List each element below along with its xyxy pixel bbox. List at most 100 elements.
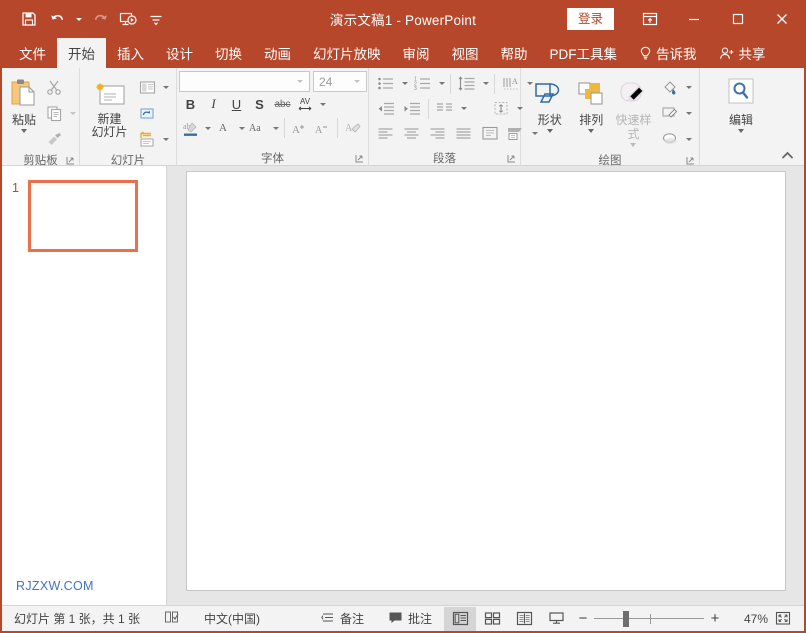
quick-styles-dropdown-icon[interactable]: [630, 143, 637, 147]
clear-formatting-icon[interactable]: A: [341, 117, 364, 140]
collapse-ribbon-icon[interactable]: [781, 150, 794, 164]
italic-button[interactable]: I: [202, 93, 225, 116]
copy-dropdown-icon[interactable]: [67, 101, 78, 125]
fit-slide-button[interactable]: [768, 607, 798, 631]
reading-view-button[interactable]: [508, 607, 540, 631]
reset-slide-icon[interactable]: [134, 101, 160, 125]
zoom-slider-handle[interactable]: [622, 610, 629, 627]
numbering-icon[interactable]: 123: [410, 72, 436, 96]
tab-animations[interactable]: 动画: [253, 38, 302, 68]
undo-dropdown-icon[interactable]: [72, 6, 85, 32]
tab-design[interactable]: 设计: [155, 38, 204, 68]
bullets-icon[interactable]: [373, 72, 399, 96]
font-size-dropdown-icon[interactable]: [350, 80, 364, 83]
slide-count-status[interactable]: 幻灯片 第 1 张，共 1 张: [2, 606, 152, 632]
arrange-button[interactable]: 排列: [570, 72, 611, 133]
section-dropdown-icon[interactable]: [160, 127, 171, 151]
text-highlight-icon[interactable]: ab: [179, 117, 202, 140]
drawing-dialog-launcher[interactable]: [686, 156, 695, 165]
zoom-out-button[interactable]: −: [572, 607, 594, 631]
tab-insert[interactable]: 插入: [106, 38, 155, 68]
underline-button[interactable]: U: [225, 93, 248, 116]
increase-indent-icon[interactable]: [399, 97, 425, 121]
tab-pdf-tools[interactable]: PDF工具集: [539, 38, 629, 68]
language-status[interactable]: 中文(中国): [192, 606, 272, 632]
bold-button[interactable]: B: [179, 93, 202, 116]
columns-dropdown-icon[interactable]: [458, 97, 469, 121]
font-size-combo[interactable]: 24: [313, 71, 367, 92]
thumbnail-item[interactable]: 1: [2, 166, 166, 252]
slide-thumbnail-1[interactable]: [28, 180, 138, 252]
justify-icon[interactable]: [451, 122, 477, 146]
tab-help[interactable]: 帮助: [490, 38, 539, 68]
tab-home[interactable]: 开始: [57, 38, 106, 68]
sign-in-button[interactable]: 登录: [566, 8, 614, 30]
font-color-icon[interactable]: A: [213, 117, 236, 140]
font-color-dropdown-icon[interactable]: [236, 116, 247, 140]
redo-icon[interactable]: [87, 6, 113, 32]
paste-button[interactable]: 粘贴: [7, 72, 41, 133]
tab-transitions[interactable]: 切换: [204, 38, 253, 68]
minimize-button[interactable]: [672, 3, 716, 35]
zoom-slider[interactable]: [594, 607, 704, 631]
zoom-percentage[interactable]: 47%: [726, 612, 768, 626]
strikethrough-button[interactable]: abc: [271, 93, 294, 116]
format-painter-icon[interactable]: [41, 127, 67, 151]
close-button[interactable]: [760, 3, 804, 35]
columns-icon[interactable]: [432, 97, 458, 121]
save-icon[interactable]: [16, 6, 42, 32]
quick-styles-button[interactable]: 快速样式: [612, 72, 655, 147]
notes-button[interactable]: 备注: [309, 606, 376, 632]
change-case-icon[interactable]: Aa: [247, 117, 270, 140]
shapes-dropdown-icon[interactable]: [546, 129, 553, 133]
align-right-icon[interactable]: [425, 122, 451, 146]
layout-dropdown-icon[interactable]: [160, 75, 171, 99]
slide-sorter-view-button[interactable]: [476, 607, 508, 631]
line-spacing-icon[interactable]: [454, 72, 480, 96]
align-center-icon[interactable]: [399, 122, 425, 146]
decrease-indent-icon[interactable]: [373, 97, 399, 121]
shape-fill-icon[interactable]: [657, 75, 683, 99]
font-name-combo[interactable]: [179, 71, 310, 92]
shape-outline-dropdown-icon[interactable]: [683, 101, 694, 125]
paragraph-dialog-launcher[interactable]: [507, 154, 516, 163]
clipboard-dialog-launcher[interactable]: [66, 156, 75, 165]
slide-canvas-area[interactable]: [167, 166, 804, 605]
slide-canvas[interactable]: [185, 170, 786, 591]
ribbon-display-options-button[interactable]: [628, 3, 672, 35]
zoom-in-button[interactable]: +: [704, 607, 726, 631]
cut-scissors-icon[interactable]: [41, 75, 67, 99]
change-case-dropdown-icon[interactable]: [270, 116, 281, 140]
normal-view-button[interactable]: [444, 606, 476, 631]
line-spacing-dropdown-icon[interactable]: [480, 72, 491, 96]
font-name-dropdown-icon[interactable]: [293, 80, 307, 83]
increase-font-size-icon[interactable]: A: [288, 117, 311, 140]
copy-icon[interactable]: [41, 101, 67, 125]
tab-view[interactable]: 视图: [441, 38, 490, 68]
section-icon[interactable]: [134, 127, 160, 151]
comments-button[interactable]: 批注: [376, 606, 444, 632]
character-spacing-icon[interactable]: AV: [294, 93, 317, 116]
shape-outline-icon[interactable]: [657, 101, 683, 125]
tab-file[interactable]: 文件: [8, 38, 57, 68]
new-slide-button[interactable]: 新建 幻灯片: [85, 72, 134, 139]
shapes-button[interactable]: 形状: [529, 72, 570, 133]
text-highlight-dropdown-icon[interactable]: [202, 116, 213, 140]
align-left-icon[interactable]: [373, 122, 399, 146]
undo-icon[interactable]: [44, 6, 70, 32]
tab-review[interactable]: 审阅: [392, 38, 441, 68]
text-shadow-button[interactable]: S: [248, 93, 271, 116]
share-button[interactable]: 共享: [708, 38, 777, 68]
bullets-dropdown-icon[interactable]: [399, 72, 410, 96]
shape-effects-icon[interactable]: [657, 127, 683, 151]
start-slideshow-icon[interactable]: [115, 6, 141, 32]
align-text-icon[interactable]: [488, 97, 514, 121]
shape-effects-dropdown-icon[interactable]: [683, 127, 694, 151]
paste-dropdown-icon[interactable]: [21, 129, 27, 133]
shape-fill-dropdown-icon[interactable]: [683, 75, 694, 99]
layout-icon[interactable]: [134, 75, 160, 99]
tab-slideshow[interactable]: 幻灯片放映: [302, 38, 392, 68]
edit-button[interactable]: 编辑: [714, 72, 768, 133]
proofing-status[interactable]: [152, 606, 192, 632]
slideshow-view-button[interactable]: [540, 607, 572, 631]
